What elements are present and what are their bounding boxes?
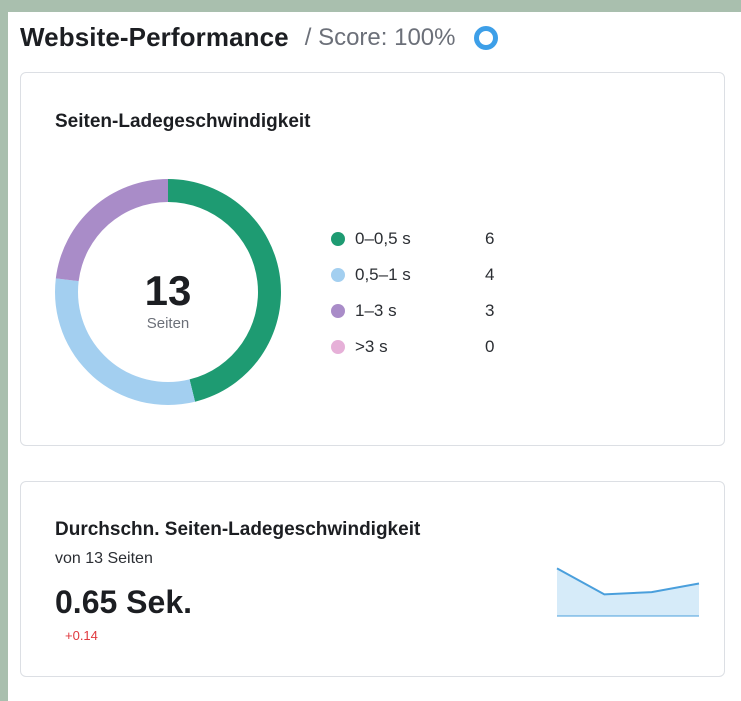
legend-label: 0,5–1 s xyxy=(355,265,411,284)
legend-value: 3 xyxy=(485,301,495,320)
widget-header: Website-Performance / Score: 100% xyxy=(20,22,499,53)
avg-speed-sparkline xyxy=(556,567,700,617)
legend-item[interactable]: 0,5–1 s 4 xyxy=(331,257,494,293)
donut-slice-2[interactable] xyxy=(55,179,168,282)
avg-speed-value: 0.65 Sek. xyxy=(55,584,192,620)
ring-icon xyxy=(474,25,499,50)
legend-dot xyxy=(331,268,345,282)
avg-speed-subtitle: von 13 Seiten xyxy=(55,550,153,567)
score-label: / Score: 100% xyxy=(304,23,456,51)
load-speed-card: Seiten-Ladegeschwindigkeit 13 Seiten 0–0… xyxy=(20,72,725,446)
legend-dot xyxy=(331,304,345,318)
avg-speed-card: Durchschn. Seiten-Ladegeschwindigkeit vo… xyxy=(20,481,725,677)
sparkline-area xyxy=(557,568,699,616)
legend-value: 6 xyxy=(485,229,495,248)
legend-item[interactable]: 1–3 s 3 xyxy=(331,293,494,329)
avg-speed-card-title: Durchschn. Seiten-Ladegeschwindigkeit xyxy=(55,519,421,540)
legend-dot xyxy=(331,232,345,246)
legend-label: 0–0,5 s xyxy=(355,229,411,248)
load-speed-card-title: Seiten-Ladegeschwindigkeit xyxy=(55,111,311,132)
legend-value: 0 xyxy=(485,337,495,356)
donut-total-label: Seiten xyxy=(146,315,190,332)
page-title: Website-Performance xyxy=(20,22,289,52)
legend-label: >3 s xyxy=(355,337,388,356)
legend-value: 4 xyxy=(485,265,495,284)
legend-label: 1–3 s xyxy=(355,301,397,320)
legend-item[interactable]: 0–0,5 s 6 xyxy=(331,221,494,257)
legend-item[interactable]: >3 s 0 xyxy=(331,329,494,365)
avg-speed-delta: +0.14 xyxy=(65,628,98,643)
donut-total: 13 xyxy=(144,267,192,314)
donut-legend: 0–0,5 s 6 0,5–1 s 4 1–3 s 3 >3 s 0 xyxy=(331,221,494,365)
legend-dot xyxy=(331,340,345,354)
